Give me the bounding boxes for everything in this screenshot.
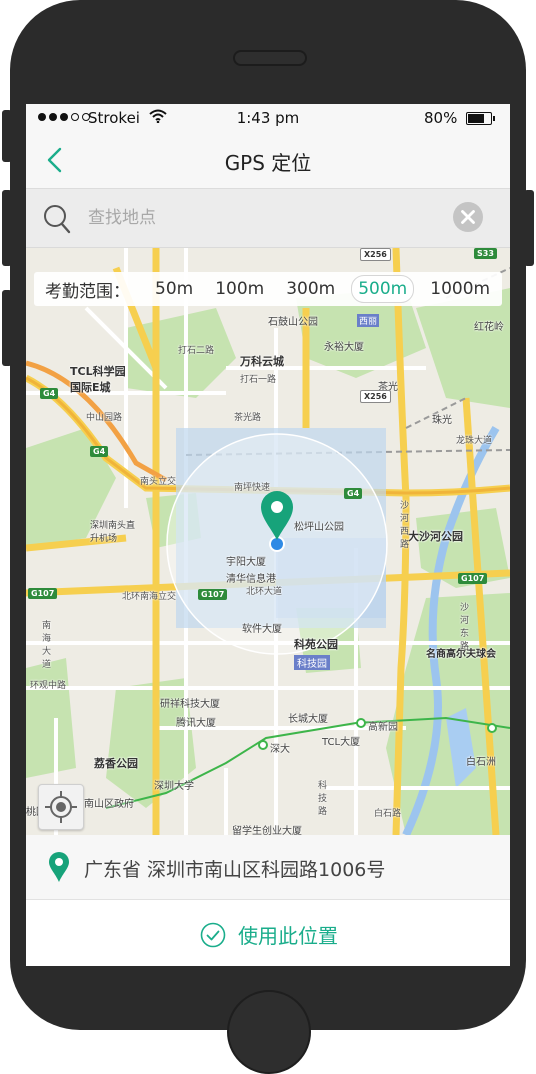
range-option-300m[interactable]: 300m [280, 276, 341, 302]
range-option-500m[interactable]: 500m [351, 275, 415, 303]
navigation-bar: GPS 定位 [26, 132, 510, 189]
map-place-label: 万科云城 [240, 355, 284, 368]
map-place-label: 红花岭 [474, 322, 504, 333]
home-button[interactable] [227, 990, 311, 1074]
map-place-label: 软件大厦 [242, 624, 282, 635]
highway-shield: X256 [360, 248, 391, 261]
range-label: 考勤范围： [45, 281, 130, 302]
map-place-label: 宇阳大厦 [226, 557, 266, 568]
map-place-label: 腾讯大厦 [176, 718, 216, 729]
map-road-label: 白石路 [374, 809, 402, 819]
map-view[interactable]: 万科云城 TCL科学园国际E城 深圳南头直升机场 大沙河公园 科苑公园 科技园 … [26, 248, 510, 835]
locate-me-button[interactable] [38, 784, 84, 830]
use-location-label: 使用此位置 [238, 924, 338, 948]
map-place-label: 长城大厦 [288, 714, 328, 725]
highway-shield: G107 [198, 589, 228, 600]
map-road-label: 中山园路 [86, 413, 123, 423]
map-road-label: 环观中路 [30, 681, 67, 691]
map-road-label: 南坪快速 [234, 483, 271, 493]
map-road-label: 沙河西路 [400, 501, 410, 550]
map-place-label: 南山区政府 [84, 799, 134, 810]
earpiece-speaker [233, 50, 307, 66]
volume-up-button [2, 190, 12, 266]
map-place-label: 留学生创业大厦 [232, 826, 302, 835]
selected-address-bar: 广东省 深圳市南山区科园路1006号 [26, 835, 510, 900]
map-road-label: 南头立交 [140, 477, 177, 487]
highway-shield: G107 [28, 588, 58, 599]
map-road-label: 科技路 [318, 781, 328, 817]
map-place-label: 高新园 [368, 722, 398, 733]
map-road-label: 龙珠大道 [456, 436, 493, 446]
map-place-label: 科技园 [294, 655, 330, 670]
search-icon [44, 205, 71, 234]
page-title: GPS 定位 [224, 151, 312, 175]
map-road-label: 打石二路 [178, 346, 215, 356]
map-place-label: 永裕大厦 [324, 342, 364, 353]
use-location-button[interactable]: 使用此位置 [26, 900, 510, 966]
highway-shield: G107 [458, 573, 488, 584]
clear-search-icon[interactable] [453, 202, 483, 232]
highway-shield: G4 [90, 446, 109, 457]
battery-percentage: 80% [424, 109, 458, 127]
battery-icon [466, 112, 495, 125]
map-place-label: 深圳大学 [154, 781, 194, 792]
map-place-label: TCL大厦 [322, 737, 361, 748]
search-input[interactable] [86, 202, 440, 234]
power-button [524, 190, 534, 266]
app-screen: Strokei 1:43 pm 80% GPS 定位 查找地点 万科云城 TCL… [26, 104, 510, 966]
map-road-label: 北环大道 [246, 587, 283, 597]
map-place-label: 深大 [270, 744, 290, 755]
attendance-range-selector: 考勤范围： 50m 100m 300m 500m 1000m [34, 272, 502, 306]
map-place-label: TCL科学园国际E城 [70, 365, 126, 394]
range-option-50m[interactable]: 50m [149, 276, 199, 302]
map-road-label: 北环南海立交 [122, 592, 177, 602]
mute-switch [2, 110, 12, 162]
map-road-label: 打石一路 [240, 375, 277, 385]
map-road-label: 沙河东路 [460, 603, 470, 652]
map-road-label: 西丽 [357, 314, 380, 327]
map-place-label: 珠光 [432, 415, 452, 426]
highway-shield: G4 [40, 388, 59, 399]
range-option-100m[interactable]: 100m [209, 276, 270, 302]
map-place-label: 松坪山公园 [294, 522, 344, 533]
status-bar: Strokei 1:43 pm 80% [26, 104, 510, 132]
map-place-label: 荔香公园 [94, 757, 138, 770]
volume-down-button [2, 290, 12, 366]
map-place-label: 石鼓山公园 [268, 317, 318, 328]
range-option-1000m[interactable]: 1000m [424, 276, 496, 302]
map-place-label: 深圳南头直升机场 [90, 521, 136, 544]
map-road-label: 南海大道 [42, 621, 52, 670]
address-text: 广东省 深圳市南山区科园路1006号 [84, 859, 386, 881]
crosshair-icon [45, 791, 77, 823]
map-road-label: 茶光路 [234, 413, 262, 423]
search-bar [26, 189, 510, 248]
map-place-label: 白石洲 [466, 757, 496, 768]
check-circle-icon [200, 922, 226, 947]
map-place-label: 研祥科技大厦 [160, 699, 220, 710]
highway-shield: X256 [360, 390, 391, 403]
location-pin-icon [49, 852, 69, 882]
map-place-label: 科苑公园 [294, 638, 338, 651]
highway-shield: G4 [344, 488, 363, 499]
map-place-label: 大沙河公园 [408, 530, 463, 543]
map-place-label: 清华信息港 [226, 574, 276, 585]
highway-shield: S33 [474, 248, 497, 259]
